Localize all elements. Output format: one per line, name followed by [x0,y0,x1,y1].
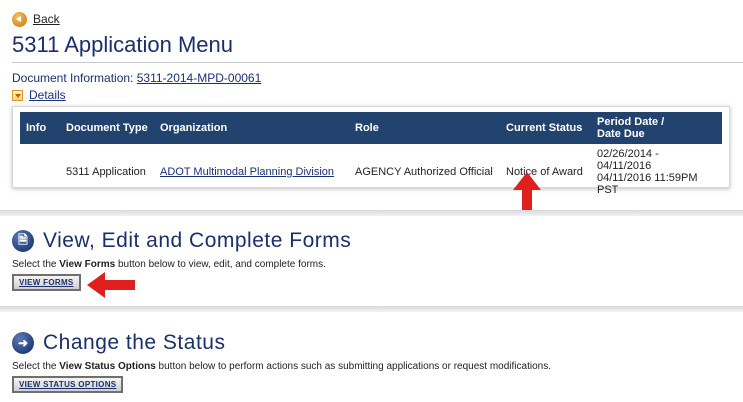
back-link[interactable]: Back [33,12,60,26]
cell-period-date: 02/26/2014 - 04/11/2016 04/11/2016 11:59… [591,144,722,200]
status-desc-post: button below to perform actions such as … [155,361,551,372]
details-toggle[interactable]: Details [12,88,66,102]
forms-desc-pre: Select the [12,259,60,270]
forms-desc-post: button below to view, edit, and complete… [115,259,326,270]
back-arrow-icon[interactable] [12,11,27,27]
section-divider-1 [0,210,743,216]
annotation-left-arrow-icon [87,272,135,298]
header-role: Role [355,122,379,134]
header-info: Info [26,122,47,134]
header-period-line1: Period Date / [597,116,665,128]
document-icon: 🗎 [12,230,34,252]
cell-organization: ADOT Multimodal Planning Division [154,144,349,200]
organization-link[interactable]: ADOT Multimodal Planning Division [160,166,334,178]
forms-section-title: View, Edit and Complete Forms [43,229,352,252]
table-row: 5311 Application ADOT Multimodal Plannin… [20,144,722,200]
details-link[interactable]: Details [29,88,66,102]
header-period-line2: Date Due [597,128,645,140]
status-desc-pre: Select the [12,361,60,372]
view-status-options-button[interactable]: VIEW STATUS OPTIONS [12,376,124,393]
status-section-heading: ➜ Change the Status [12,331,225,355]
view-forms-button[interactable]: VIEW FORMS [12,274,81,291]
section-divider-2 [0,306,743,312]
document-table: Info Document Type Organization Role Cur… [20,112,722,200]
forms-description: Select the View Forms button below to vi… [12,259,326,270]
document-information: Document Information: 5311-2014-MPD-0006… [12,71,261,85]
document-table-panel: Info Document Type Organization Role Cur… [12,106,730,196]
arrow-right-circle-icon: ➜ [12,332,34,354]
title-divider [12,62,743,63]
back-row: Back [12,8,60,30]
status-desc-bold: View Status Options [59,361,156,372]
document-id-link[interactable]: 5311-2014-MPD-00061 [137,71,262,85]
period-range: 02/26/2014 - 04/11/2016 [597,148,659,172]
forms-desc-bold: View Forms [59,259,116,270]
header-document-type: Document Type [66,122,148,134]
due-date: 04/11/2016 11:59PM PST [597,172,698,196]
cell-role: AGENCY Authorized Official [355,166,493,178]
forms-section-heading: 🗎 View, Edit and Complete Forms [12,229,351,253]
cell-info [20,144,60,200]
status-section-title: Change the Status [43,331,226,354]
document-information-label: Document Information: [12,71,134,85]
table-header-row: Info Document Type Organization Role Cur… [20,112,722,144]
header-organization: Organization [160,122,228,134]
cell-document-type: 5311 Application [66,166,146,178]
header-current-status: Current Status [506,122,583,134]
header-period-date: Period Date / Date Due [591,112,722,144]
page-title: 5311 Application Menu [12,32,233,57]
expand-chevron-icon[interactable] [12,89,23,101]
status-description: Select the View Status Options button be… [12,361,551,372]
